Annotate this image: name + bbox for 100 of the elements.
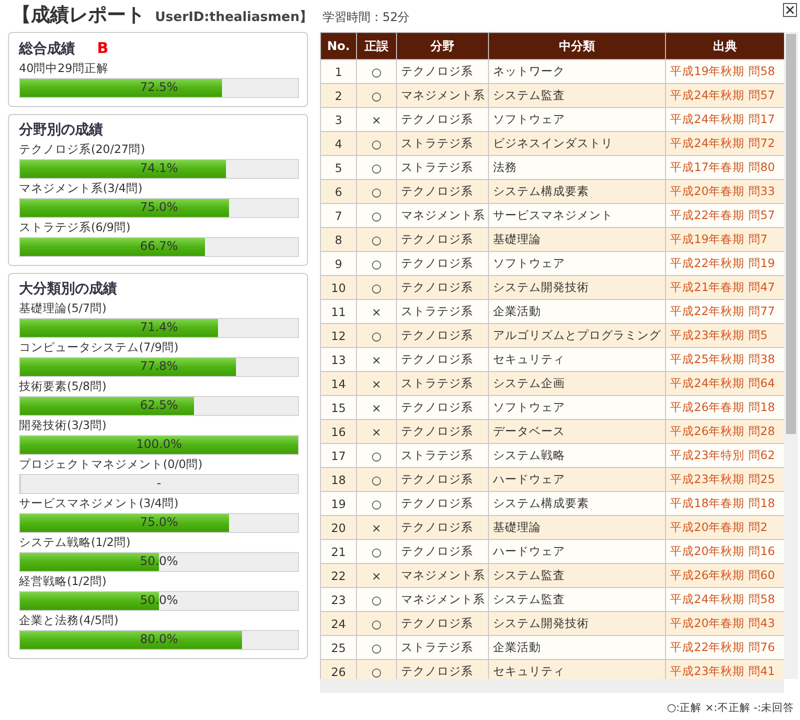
vertical-scrollbar[interactable] — [784, 32, 798, 679]
category-label: 基礎理論(5/7問) — [19, 301, 108, 316]
category-label: サービスマネジメント(3/4問) — [19, 496, 180, 511]
source-link[interactable]: 平成23年秋期 問41 — [666, 660, 784, 679]
table-cell: ○ — [356, 636, 396, 660]
source-link[interactable]: 平成26年秋期 問60 — [666, 564, 784, 588]
table-cell: テクノロジ系 — [396, 660, 488, 679]
table-cell: ○ — [356, 492, 396, 516]
table-cell: ソフトウェア — [488, 252, 666, 276]
table-cell: テクノロジ系 — [396, 420, 488, 444]
table-cell: 10 — [320, 276, 356, 300]
table-cell: ストラテジ系 — [396, 372, 488, 396]
percent-label: 75.0% — [138, 515, 180, 529]
user-id: UserID:thealiasmen】 — [155, 9, 312, 26]
report-title: 【成績レポート — [12, 3, 145, 28]
source-link[interactable]: 平成17年春期 問80 — [666, 156, 784, 180]
source-link[interactable]: 平成22年春期 問57 — [666, 204, 784, 228]
table-cell: 19 — [320, 492, 356, 516]
table-cell: ○ — [356, 60, 396, 84]
source-link[interactable]: 平成26年春期 問18 — [666, 396, 784, 420]
close-icon[interactable] — [783, 3, 797, 17]
table-cell: ○ — [356, 204, 396, 228]
table-cell: システム企画 — [488, 372, 666, 396]
source-link[interactable]: 平成22年秋期 問77 — [666, 300, 784, 324]
table-cell: 12 — [320, 324, 356, 348]
table-cell: × — [356, 300, 396, 324]
source-link[interactable]: 平成20年春期 問33 — [666, 180, 784, 204]
table-cell: × — [356, 420, 396, 444]
source-link[interactable]: 平成25年秋期 問38 — [666, 348, 784, 372]
percent-label: - — [156, 476, 162, 490]
table-cell: ハードウェア — [488, 468, 666, 492]
table-cell: テクノロジ系 — [396, 540, 488, 564]
table-cell: テクノロジ系 — [396, 276, 488, 300]
category-label: 経営戦略(1/2問) — [19, 574, 108, 589]
source-link[interactable]: 平成24年秋期 問17 — [666, 108, 784, 132]
table-cell: サービスマネジメント — [488, 204, 666, 228]
table-cell: テクノロジ系 — [396, 180, 488, 204]
source-link[interactable]: 平成24年秋期 問72 — [666, 132, 784, 156]
column-header: 中分類 — [488, 32, 666, 60]
table-cell: システム構成要素 — [488, 492, 666, 516]
table-cell: 基礎理論 — [488, 228, 666, 252]
source-link[interactable]: 平成23年特別 問62 — [666, 444, 784, 468]
table-cell: テクノロジ系 — [396, 516, 488, 540]
source-link[interactable]: 平成24年秋期 問64 — [666, 372, 784, 396]
table-cell: 9 — [320, 252, 356, 276]
column-header: 分野 — [396, 32, 488, 60]
source-link[interactable]: 平成18年春期 問18 — [666, 492, 784, 516]
percent-label: 62.5% — [138, 398, 180, 412]
table-cell: 16 — [320, 420, 356, 444]
table-cell: 20 — [320, 516, 356, 540]
table-cell: テクノロジ系 — [396, 252, 488, 276]
table-cell: ○ — [356, 612, 396, 636]
column-header: 出典 — [666, 32, 784, 60]
source-link[interactable]: 平成23年秋期 問5 — [666, 324, 784, 348]
source-link[interactable]: 平成20年春期 問43 — [666, 612, 784, 636]
table-cell: ○ — [356, 468, 396, 492]
source-link[interactable]: 平成22年秋期 問19 — [666, 252, 784, 276]
table-cell: テクノロジ系 — [396, 108, 488, 132]
table-cell: ストラテジ系 — [396, 444, 488, 468]
category-label: マネジメント系(3/4問) — [19, 181, 144, 196]
table-cell: マネジメント系 — [396, 564, 488, 588]
percent-label: 72.5% — [138, 80, 180, 94]
table-cell: ストラテジ系 — [396, 132, 488, 156]
table-cell: テクノロジ系 — [396, 492, 488, 516]
table-cell: ストラテジ系 — [396, 156, 488, 180]
source-link[interactable]: 平成19年秋期 問58 — [666, 60, 784, 84]
table-cell: 企業活動 — [488, 300, 666, 324]
percent-label: 71.4% — [138, 320, 180, 334]
source-link[interactable]: 平成24年秋期 問58 — [666, 588, 784, 612]
score-summary: 40問中29問正解 — [19, 61, 110, 76]
table-cell: ストラテジ系 — [396, 636, 488, 660]
table-cell: × — [356, 564, 396, 588]
source-link[interactable]: 平成22年秋期 問76 — [666, 636, 784, 660]
source-link[interactable]: 平成23年秋期 問25 — [666, 468, 784, 492]
table-cell: ○ — [356, 444, 396, 468]
table-cell: テクノロジ系 — [396, 612, 488, 636]
table-cell: ○ — [356, 660, 396, 679]
source-link[interactable]: 平成20年春期 問2 — [666, 516, 784, 540]
percent-label: 75.0% — [138, 200, 180, 214]
percent-label: 74.1% — [138, 161, 180, 175]
source-link[interactable]: 平成24年秋期 問57 — [666, 84, 784, 108]
table-cell: システム構成要素 — [488, 180, 666, 204]
table-cell: 3 — [320, 108, 356, 132]
table-cell: 24 — [320, 612, 356, 636]
category-label: コンピュータシステム(7/9問) — [19, 340, 180, 355]
table-cell: テクノロジ系 — [396, 468, 488, 492]
source-link[interactable]: 平成20年秋期 問16 — [666, 540, 784, 564]
table-cell: システム開発技術 — [488, 276, 666, 300]
category-label: プロジェクトマネジメント(0/0問) — [19, 457, 204, 472]
table-cell: テクノロジ系 — [396, 60, 488, 84]
table-cell: 15 — [320, 396, 356, 420]
horizontal-scrollbar[interactable] — [320, 679, 784, 693]
table-cell: ○ — [356, 132, 396, 156]
source-link[interactable]: 平成21年春期 問47 — [666, 276, 784, 300]
table-cell: 14 — [320, 372, 356, 396]
category-label: システム戦略(1/2問) — [19, 535, 132, 550]
source-link[interactable]: 平成19年春期 問7 — [666, 228, 784, 252]
table-cell: マネジメント系 — [396, 588, 488, 612]
percent-label: 66.7% — [138, 239, 180, 253]
source-link[interactable]: 平成26年秋期 問28 — [666, 420, 784, 444]
